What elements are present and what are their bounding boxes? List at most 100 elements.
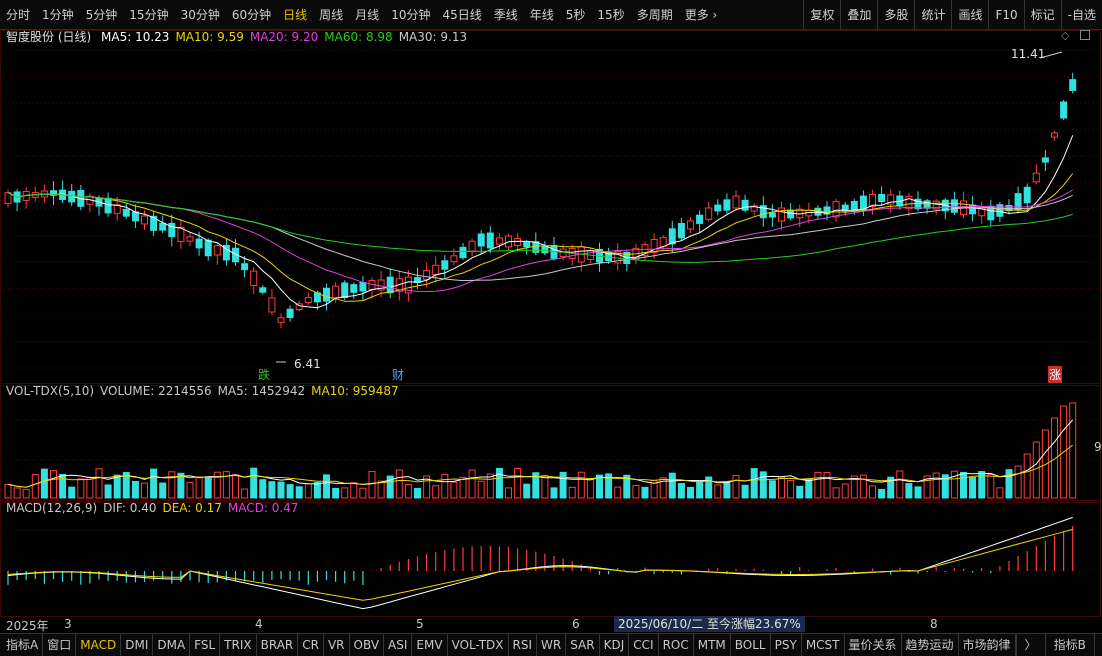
candle-body [286,308,294,318]
period-tab[interactable]: 年线 [524,0,560,30]
volume-bar [113,474,121,499]
candle-body [204,239,212,257]
candle-body [723,199,731,211]
indicator-tab[interactable]: ROC [659,634,694,656]
indicator-tab[interactable]: EMV [412,634,448,656]
candle-body [486,232,494,249]
indicator-tab[interactable]: CR [298,634,324,656]
indicator-a-button[interactable]: 指标A [0,634,44,656]
volume-bar [40,468,48,499]
event-marker-cai[interactable]: 财 [392,366,404,383]
toolbar-button[interactable]: 统计 [914,0,951,29]
toolbar-button[interactable]: 画线 [951,0,988,29]
indicator-tab[interactable]: BRAR [257,634,299,656]
period-tab[interactable]: 5秒 [560,0,592,30]
period-tab[interactable]: 分时 [0,0,36,30]
volume-bar [313,482,321,499]
indicator-tab[interactable]: TRIX [220,634,257,656]
period-tab[interactable]: 5分钟 [80,0,124,30]
candle-body [250,270,258,287]
legend-item: MACD(12,26,9) [6,501,98,515]
toolbar-button[interactable]: F10 [988,0,1023,29]
volume-bar [404,484,412,499]
volume-bar [932,472,940,499]
legend-item: MA5: 10.23 [101,30,170,44]
period-tab[interactable]: 日线 [277,0,313,30]
indicator-tab[interactable]: 窗口 [43,634,77,656]
indicator-tab[interactable]: DMA [153,634,191,656]
indicator-right-button[interactable]: 模 板 [1093,634,1102,656]
volume-bar [996,487,1004,499]
toolbar-button[interactable]: -自选 [1060,0,1102,29]
indicator-tab[interactable]: MTM [694,634,731,656]
candle-body [1023,186,1031,204]
toolbar-button[interactable]: 标记 [1023,0,1061,29]
event-marker-die[interactable]: 跌 [258,366,270,383]
volume-bar [950,470,958,499]
indicator-tab[interactable]: SAR [566,634,600,656]
period-tab[interactable]: 更多 › [679,0,724,30]
indicator-tab[interactable]: KDJ [600,634,630,656]
period-tab[interactable]: 1分钟 [36,0,80,30]
indicator-right-button[interactable]: 指标B [1044,634,1094,656]
diamond-icon[interactable]: ◇ [1061,29,1069,42]
candle-body [268,297,276,313]
indicator-tab[interactable]: ASI [384,634,413,656]
indicator-tab[interactable]: OBV [350,634,385,656]
panel-frame [0,502,1101,617]
candle-body [432,264,440,276]
indicator-right-button[interactable]: 〉 [1015,634,1045,656]
period-tab[interactable]: 15分钟 [123,0,174,30]
volume-bar [568,486,576,499]
period-tab[interactable]: 15秒 [591,0,630,30]
volume-bar [332,487,340,499]
candle-body [659,237,667,247]
panel-maximize-icon[interactable] [1080,30,1090,40]
toolbar-button[interactable]: 多股 [877,0,914,29]
indicator-tab[interactable]: WR [537,634,567,656]
indicator-tab[interactable]: FSL [190,634,221,656]
period-tab[interactable]: 季线 [488,0,524,30]
period-tab[interactable]: 45日线 [436,0,487,30]
kline-chart[interactable] [0,30,1102,633]
indicator-bar: 指标A 窗口 MACD DMI DMA FSL TRIX BRAR CR VR OBV ASI EMV V… [0,633,1102,656]
period-tab[interactable]: 周线 [313,0,349,30]
indicator-tab[interactable]: MCST [802,634,845,656]
period-tab[interactable]: 月线 [349,0,385,30]
volume-bar [1014,465,1022,499]
toolbar-button[interactable]: 叠加 [840,0,877,29]
legend-item: VOLUME: 2214556 [100,384,212,398]
volume-bar [696,480,704,499]
legend-item: MA10: 9.59 [175,30,244,44]
toolbar-button[interactable]: 复权 [803,0,840,29]
volume-bar [459,476,467,499]
indicator-tab[interactable]: CCI [629,634,659,656]
candle-body [1032,172,1040,183]
volume-bar [368,471,376,499]
indicator-tab[interactable]: RSI [509,634,538,656]
event-marker-zhang[interactable]: 涨 [1048,366,1063,383]
indicator-tab[interactable]: DMI [121,634,154,656]
period-tab[interactable]: 60分钟 [226,0,277,30]
volume-legend: VOL-TDX(5,10) VOLUME: 2214556 MA5: 1452942… [6,384,405,398]
volume-bar [741,484,749,499]
candle-body [104,197,112,214]
volume-bar [350,482,358,499]
volume-axis-label: 9 [1094,440,1102,454]
volume-bar [832,487,840,499]
indicator-tab[interactable]: VR [324,634,350,656]
ma30-line [7,192,1073,282]
indicator-tab[interactable]: MACD [76,634,122,656]
crosshair-date-info: 2025/06/10/二 至今涨幅23.67% [614,616,805,632]
period-tab[interactable]: 30分钟 [175,0,226,30]
volume-bar [641,486,649,499]
period-tab[interactable]: 10分钟 [385,0,436,30]
indicator-tab[interactable]: VOL-TDX [448,634,509,656]
indicator-tab[interactable]: PSY [771,634,802,656]
indicator-tab[interactable]: BOLL [731,634,771,656]
candle-body [677,222,685,239]
indicator-tab[interactable]: 量价关系 [845,634,902,656]
period-tab[interactable]: 多周期 [631,0,679,30]
indicator-tab[interactable]: 趋势运动 [902,634,959,656]
indicator-tab[interactable]: 市场韵律 [959,634,1016,656]
